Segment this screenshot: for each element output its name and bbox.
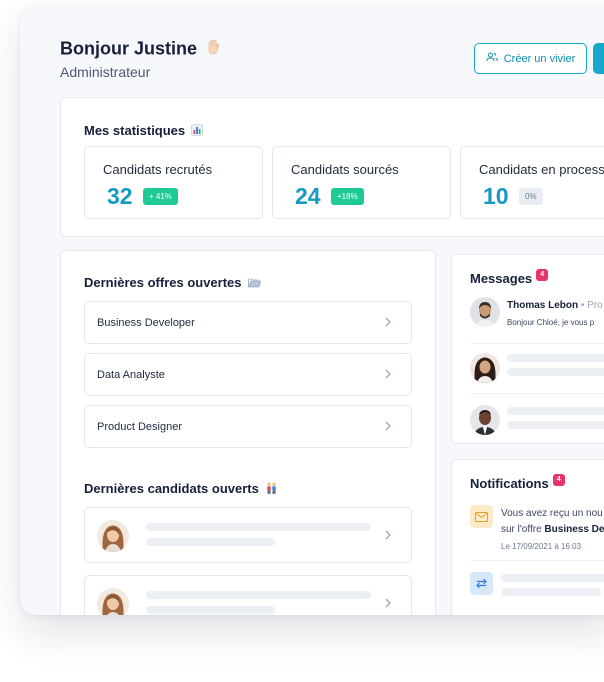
offer-item-business-developer[interactable]: Business Developer bbox=[84, 301, 412, 344]
divider bbox=[470, 560, 604, 561]
loading-placeholder bbox=[507, 368, 604, 376]
sender-name-text: Thomas Lebon bbox=[507, 300, 579, 311]
chevron-right-icon bbox=[381, 367, 395, 381]
notification-text: Vous avez reçu un nou sur l'offre Busine… bbox=[501, 506, 604, 538]
notifications-card: Notifications 4 Vous avez reçu un nou sur… bbox=[451, 459, 604, 615]
notifications-title-text: Notifications bbox=[470, 476, 549, 491]
offer-label: Product Designer bbox=[97, 421, 182, 433]
candidate-avatar bbox=[97, 520, 129, 552]
offers-title: Dernières offres ouvertes bbox=[84, 275, 262, 291]
candidate-item[interactable] bbox=[84, 575, 412, 615]
stat-trend-badge: + 41% bbox=[143, 188, 178, 205]
loading-placeholder bbox=[146, 606, 275, 614]
loading-placeholder bbox=[501, 588, 601, 596]
chevron-right-icon bbox=[381, 596, 395, 610]
chevron-right-icon bbox=[381, 528, 395, 542]
stat-label: Candidats recrutés bbox=[103, 162, 213, 177]
loading-placeholder bbox=[146, 538, 275, 546]
people-icon bbox=[265, 482, 278, 497]
message-preview: Bonjour Chloé, je vous p bbox=[507, 318, 595, 327]
messages-count-badge: 4 bbox=[536, 269, 549, 281]
greeting-text: Bonjour Justine bbox=[60, 38, 198, 59]
sender-avatar bbox=[470, 405, 500, 435]
sender-meta: • Pro bbox=[580, 300, 603, 311]
primary-action-button[interactable] bbox=[593, 43, 604, 74]
loading-placeholder bbox=[507, 421, 604, 429]
user-role: Administrateur bbox=[60, 64, 151, 80]
loading-placeholder bbox=[501, 574, 604, 582]
bar-chart-icon bbox=[190, 124, 203, 139]
chevron-right-icon bbox=[381, 315, 395, 329]
candidates-title: Dernières candidats ouverts bbox=[84, 481, 278, 497]
offers-card: Dernières offres ouvertes Business Devel… bbox=[60, 250, 436, 615]
dashboard-window: Bonjour Justine Administrateur Créer un … bbox=[20, 4, 604, 615]
offer-label: Business Developer bbox=[97, 317, 195, 329]
create-pool-label: Créer un vivier bbox=[503, 52, 576, 65]
candidate-item[interactable] bbox=[84, 507, 412, 563]
stats-card: Mes statistiques Candidats recrutés 32 +… bbox=[60, 97, 604, 237]
sender-avatar bbox=[470, 353, 500, 383]
messages-title: Messages 4 bbox=[470, 269, 549, 286]
notifications-count-badge: 4 bbox=[552, 474, 565, 486]
stat-sourced: Candidats sourcés 24 +18% bbox=[272, 146, 451, 219]
notifications-title: Notifications 4 bbox=[470, 474, 565, 491]
divider bbox=[470, 393, 604, 394]
messages-title-text: Messages bbox=[470, 271, 533, 286]
messages-card: Messages 4 Thomas Lebon • Pro Bonjour Chl… bbox=[451, 254, 604, 444]
mail-icon bbox=[470, 505, 493, 528]
offer-item-product-designer[interactable]: Product Designer bbox=[84, 405, 412, 448]
candidates-title-text: Dernières candidats ouverts bbox=[84, 481, 259, 496]
stats-title-text: Mes statistiques bbox=[84, 123, 186, 138]
users-icon bbox=[486, 52, 498, 65]
loading-placeholder bbox=[146, 523, 371, 531]
stat-value: 24 bbox=[295, 183, 321, 209]
loading-placeholder bbox=[507, 354, 604, 362]
offer-label: Data Analyste bbox=[97, 369, 165, 381]
notification-line-1: Vous avez reçu un nou bbox=[501, 508, 603, 519]
swap-arrows-icon bbox=[470, 572, 493, 595]
sender-avatar bbox=[470, 297, 500, 327]
loading-placeholder bbox=[146, 591, 371, 599]
create-pool-button[interactable]: Créer un vivier bbox=[474, 43, 587, 74]
chevron-right-icon bbox=[381, 419, 395, 433]
sender-name: Thomas Lebon • Pro bbox=[507, 300, 603, 311]
waving-hand-icon bbox=[204, 38, 222, 61]
stat-in-process: Candidats en process 10 0% bbox=[460, 146, 604, 219]
notification-date: Le 17/09/2021 à 16:03 bbox=[501, 542, 582, 551]
stat-trend-badge: 0% bbox=[519, 188, 543, 205]
divider bbox=[470, 343, 604, 344]
stat-value: 10 bbox=[483, 183, 509, 209]
stat-recruited: Candidats recrutés 32 + 41% bbox=[84, 146, 263, 219]
greeting-title: Bonjour Justine bbox=[60, 38, 222, 61]
stats-title: Mes statistiques bbox=[84, 123, 203, 139]
stat-label: Candidats en process bbox=[479, 162, 604, 177]
stat-trend-badge: +18% bbox=[331, 188, 364, 205]
stat-label: Candidats sourcés bbox=[291, 162, 399, 177]
offer-item-data-analyste[interactable]: Data Analyste bbox=[84, 353, 412, 396]
notification-line-2: sur l'offre bbox=[501, 524, 545, 535]
offers-title-text: Dernières offres ouvertes bbox=[84, 275, 242, 290]
loading-placeholder bbox=[507, 407, 604, 415]
notification-offer: Business De bbox=[544, 524, 604, 535]
candidate-avatar bbox=[97, 588, 129, 615]
folder-icon bbox=[248, 276, 262, 291]
stat-value: 32 bbox=[107, 183, 133, 209]
